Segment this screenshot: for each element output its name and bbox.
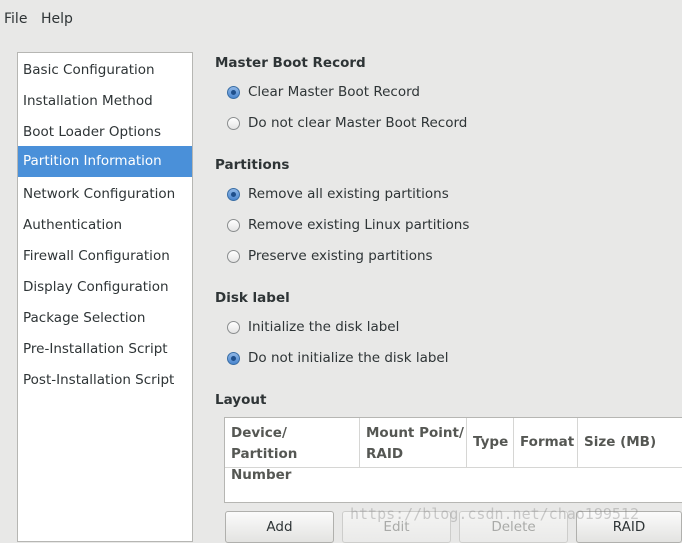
- menu-bar: File Help: [0, 0, 682, 38]
- sidebar-item-network-configuration[interactable]: Network Configuration: [18, 179, 192, 210]
- radio-button[interactable]: [227, 320, 240, 334]
- layout-section-title: Layout: [215, 392, 267, 408]
- radio-label: Do not initialize the disk label: [248, 350, 449, 366]
- column-header-mount-line2: RAID: [366, 446, 404, 462]
- radio-label: Remove existing Linux partitions: [248, 217, 470, 233]
- partitions-remove-linux-option[interactable]: Remove existing Linux partitions: [227, 214, 469, 236]
- column-header-mount-line1: Mount Point/: [366, 425, 464, 441]
- menu-help[interactable]: Help: [41, 11, 73, 27]
- radio-button-checked[interactable]: [227, 85, 240, 99]
- sidebar-item-boot-loader-options[interactable]: Boot Loader Options: [18, 117, 192, 148]
- sidebar-item-post-installation-script[interactable]: Post-Installation Script: [18, 365, 192, 396]
- column-header-type[interactable]: Type: [467, 418, 514, 468]
- mbr-do-not-clear-option[interactable]: Do not clear Master Boot Record: [227, 112, 467, 134]
- radio-button[interactable]: [227, 116, 240, 130]
- sidebar: Basic Configuration Installation Method …: [17, 52, 193, 542]
- watermark: https://blog.csdn.net/chao199512: [350, 505, 639, 523]
- radio-label: Do not clear Master Boot Record: [248, 115, 468, 131]
- radio-label: Preserve existing partitions: [248, 248, 433, 264]
- column-header-device-line1: Device/: [231, 425, 287, 441]
- add-button[interactable]: Add: [225, 511, 334, 543]
- menu-file[interactable]: File: [4, 11, 27, 27]
- disklabel-section-title: Disk label: [215, 290, 290, 306]
- mbr-section-title: Master Boot Record: [215, 55, 366, 71]
- sidebar-item-authentication[interactable]: Authentication: [18, 210, 192, 241]
- sidebar-item-pre-installation-script[interactable]: Pre-Installation Script: [18, 334, 192, 365]
- sidebar-item-installation-method[interactable]: Installation Method: [18, 86, 192, 117]
- radio-button-checked[interactable]: [227, 351, 240, 365]
- radio-button[interactable]: [227, 218, 240, 232]
- radio-label: Initialize the disk label: [248, 319, 400, 335]
- partition-layout-table[interactable]: Device/ Partition Number Mount Point/ RA…: [224, 417, 682, 503]
- column-header-device-line2: Partition Number: [231, 446, 298, 483]
- radio-button[interactable]: [227, 249, 240, 263]
- radio-button-checked[interactable]: [227, 187, 240, 201]
- column-header-device[interactable]: Device/ Partition Number: [225, 418, 360, 483]
- column-header-format[interactable]: Format: [514, 418, 578, 468]
- column-header-mount-point[interactable]: Mount Point/ RAID: [360, 418, 467, 468]
- partitions-section-title: Partitions: [215, 157, 290, 173]
- sidebar-item-display-configuration[interactable]: Display Configuration: [18, 272, 192, 303]
- partitions-preserve-option[interactable]: Preserve existing partitions: [227, 245, 433, 267]
- disklabel-do-not-initialize-option[interactable]: Do not initialize the disk label: [227, 347, 448, 369]
- radio-label: Remove all existing partitions: [248, 186, 449, 202]
- disklabel-initialize-option[interactable]: Initialize the disk label: [227, 316, 399, 338]
- partitions-remove-all-option[interactable]: Remove all existing partitions: [227, 183, 449, 205]
- sidebar-item-firewall-configuration[interactable]: Firewall Configuration: [18, 241, 192, 272]
- sidebar-item-package-selection[interactable]: Package Selection: [18, 303, 192, 334]
- radio-label: Clear Master Boot Record: [248, 84, 420, 100]
- sidebar-item-basic-configuration[interactable]: Basic Configuration: [18, 55, 192, 86]
- sidebar-item-partition-information[interactable]: Partition Information: [18, 146, 192, 177]
- column-header-size[interactable]: Size (MB): [578, 418, 682, 468]
- mbr-clear-option[interactable]: Clear Master Boot Record: [227, 81, 420, 103]
